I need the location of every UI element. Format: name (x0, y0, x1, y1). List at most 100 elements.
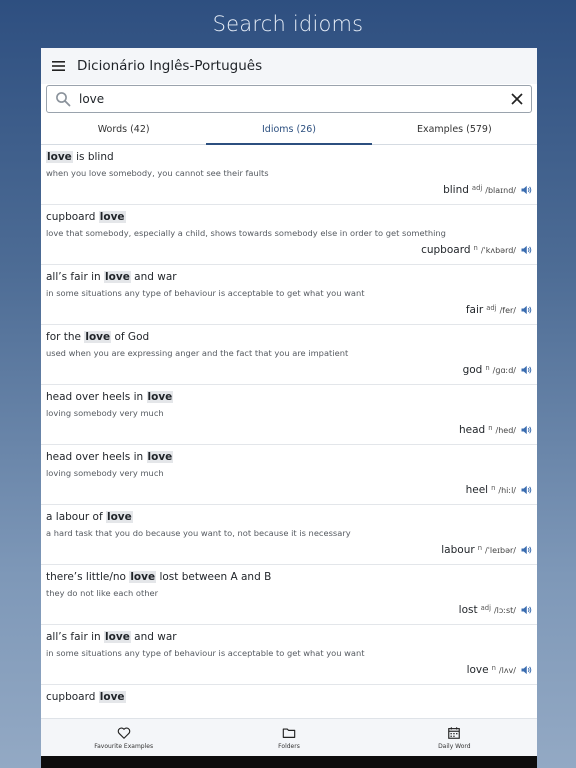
headword-info: blind adj/blaɪnd/ (443, 184, 532, 196)
calendar-icon (448, 727, 461, 739)
phrase-text: cupboard (46, 211, 99, 223)
idiom-phrase: love is blind (46, 151, 114, 163)
speaker-icon[interactable] (520, 544, 532, 556)
idiom-definition: a hard task that you do because you want… (46, 528, 351, 538)
pronunciation: /lɔːst/ (493, 606, 516, 615)
idiom-phrase: a labour of love (46, 511, 133, 523)
tab-words[interactable]: Words (42) (41, 114, 206, 144)
list-item[interactable]: all’s fair in love and war in some situat… (41, 625, 537, 685)
idiom-definition: they do not like each other (46, 588, 158, 598)
part-of-speech: adj (471, 184, 483, 192)
headword: love (466, 664, 489, 676)
headword: blind (443, 184, 469, 196)
search-icon (56, 92, 71, 107)
headword: heel (465, 484, 489, 496)
speaker-icon[interactable] (520, 364, 532, 376)
part-of-speech: adj (480, 604, 491, 612)
search-term-highlight: love (84, 331, 112, 343)
nav-daily-word[interactable]: Daily Word (372, 719, 537, 757)
list-item[interactable]: all’s fair in love and war in some situat… (41, 265, 537, 325)
search-term-highlight: love (98, 691, 126, 703)
speaker-icon[interactable] (520, 304, 532, 316)
idiom-definition: when you love somebody, you cannot see t… (46, 168, 269, 178)
list-item[interactable]: love is blind when you love somebody, you… (41, 145, 537, 205)
search-term-highlight: love (146, 391, 174, 403)
close-icon[interactable] (509, 91, 525, 107)
speaker-icon[interactable] (520, 424, 532, 436)
idiom-results-list: love is blind when you love somebody, you… (41, 145, 537, 717)
search-term-highlight: love (129, 571, 157, 583)
idiom-phrase: cupboard love (46, 211, 126, 223)
speaker-icon[interactable] (520, 484, 532, 496)
list-item[interactable]: cupboard love (41, 685, 537, 717)
phrase-text: head over heels in (46, 451, 147, 463)
part-of-speech: n (491, 664, 496, 672)
list-item[interactable]: head over heels in love loving somebody v… (41, 445, 537, 505)
phrase-text: there’s little/no (46, 571, 130, 583)
app-header: Dicionário Inglês-Português (41, 48, 537, 84)
idiom-definition: loving somebody very much (46, 468, 164, 478)
search-input[interactable] (79, 92, 509, 106)
search-term-highlight: love (46, 151, 73, 163)
search-term-highlight: love (98, 211, 126, 223)
folder-icon (282, 728, 296, 738)
speaker-icon[interactable] (520, 184, 532, 196)
phrase-text: for the (46, 331, 85, 343)
bottom-navigation: Favourite Examples Folders Daily Word (41, 718, 537, 757)
idiom-definition: in some situations any type of behaviour… (46, 648, 365, 658)
tab-examples[interactable]: Examples (579) (372, 114, 537, 144)
search-term-highlight: love (146, 451, 174, 463)
headword: lost (458, 604, 478, 616)
phrase-text: all’s fair in (46, 271, 105, 283)
search-term-highlight: love (104, 631, 131, 643)
nav-folders[interactable]: Folders (206, 719, 371, 757)
part-of-speech: n (473, 244, 478, 252)
headword: labour (441, 544, 475, 556)
speaker-icon[interactable] (520, 664, 532, 676)
tab-idioms[interactable]: Idioms (26) (206, 114, 372, 145)
phrase-text: head over heels in (46, 391, 147, 403)
phrase-text: cupboard (46, 691, 99, 703)
idiom-phrase: head over heels in love (46, 451, 174, 463)
list-item[interactable]: cupboard love love that somebody, especia… (41, 205, 537, 265)
nav-label: Favourite Examples (94, 743, 154, 750)
part-of-speech: n (477, 544, 482, 552)
pronunciation: /ˈleɪbər/ (485, 546, 516, 555)
headword: fair (465, 304, 484, 316)
phrase-text: all’s fair in (46, 631, 105, 643)
list-item[interactable]: for the love of God used when you are exp… (41, 325, 537, 385)
search-bar (46, 85, 532, 113)
list-item[interactable]: there’s little/no love lost between A an… (41, 565, 537, 625)
speaker-icon[interactable] (520, 244, 532, 256)
headword: god (462, 364, 483, 376)
idiom-phrase: all’s fair in love and war (46, 271, 177, 283)
headword: head (459, 424, 486, 436)
phrase-text: a labour of (46, 511, 106, 523)
phrase-text: of God (111, 331, 150, 343)
result-tabs: Words (42) Idioms (26) Examples (579) (41, 114, 537, 145)
idiom-definition: in some situations any type of behaviour… (46, 288, 365, 298)
hamburger-menu-icon[interactable] (51, 58, 67, 74)
phrase-text: lost between A and B (156, 571, 272, 583)
headword-info: heel n/hiːl/ (466, 484, 532, 496)
pronunciation: /lʌv/ (498, 666, 516, 675)
nav-favourite-examples[interactable]: Favourite Examples (41, 719, 206, 757)
pronunciation: /hed/ (495, 426, 516, 435)
idiom-phrase: all’s fair in love and war (46, 631, 177, 643)
list-item[interactable]: a labour of love a hard task that you do … (41, 505, 537, 565)
idiom-definition: used when you are expressing anger and t… (46, 348, 349, 358)
headword-info: head n/hed/ (459, 424, 532, 436)
part-of-speech: adj (486, 304, 497, 312)
idiom-definition: love that somebody, especially a child, … (46, 228, 446, 238)
list-item[interactable]: head over heels in love loving somebody v… (41, 385, 537, 445)
headword: cupboard (421, 244, 471, 256)
nav-label: Daily Word (438, 743, 471, 750)
search-term-highlight: love (104, 271, 131, 283)
idiom-phrase: cupboard love (46, 691, 126, 703)
home-indicator-bar (41, 756, 537, 768)
search-term-highlight: love (105, 511, 133, 523)
part-of-speech: n (491, 484, 496, 492)
speaker-icon[interactable] (520, 604, 532, 616)
nav-label: Folders (278, 743, 300, 750)
idiom-phrase: for the love of God (46, 331, 149, 343)
